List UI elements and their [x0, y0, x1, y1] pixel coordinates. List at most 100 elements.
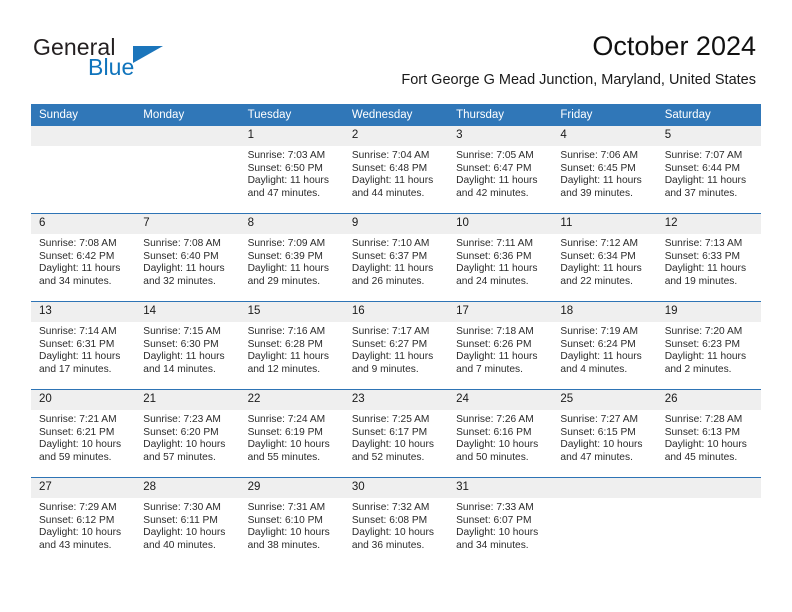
sunrise-time: Sunrise: 7:24 AM	[247, 414, 326, 425]
daylight-duration-line2: and 17 minutes.	[39, 363, 112, 375]
daylight-duration-line2: and 7 minutes.	[456, 363, 523, 375]
calendar-week-row: 1 Sunrise: 7:03 AM Sunset: 6:50 PM Daylight…	[31, 126, 761, 214]
calendar-body: 1 Sunrise: 7:03 AM Sunset: 6:50 PM Daylight…	[31, 126, 761, 565]
day-details: Sunrise: 7:15 AM Sunset: 6:30 PM Daylight:…	[135, 322, 239, 376]
daylight-duration-line1: Daylight: 11 hours	[560, 175, 642, 187]
calendar-day-cell[interactable]: 12 Sunrise: 7:13 AM Sunset: 6:33 PM Dayligh…	[656, 213, 761, 302]
day-details: Sunrise: 7:05 AM Sunset: 6:47 PM Daylight:…	[448, 146, 552, 200]
calendar-day-cell[interactable]: 9 Sunrise: 7:10 AM Sunset: 6:37 PM Daylight…	[343, 213, 449, 302]
calendar-week-row: 27 Sunrise: 7:29 AM Sunset: 6:12 PM Dayligh…	[31, 477, 761, 565]
day-number: 19	[656, 302, 761, 322]
calendar-day-cell[interactable]: 7 Sunrise: 7:08 AM Sunset: 6:40 PM Daylight…	[135, 213, 240, 302]
calendar-day-cell[interactable]: 15 Sunrise: 7:16 AM Sunset: 6:28 PM Dayligh…	[239, 301, 344, 390]
sunset-time: Sunset: 6:31 PM	[39, 338, 115, 350]
calendar-day-cell[interactable]: 17 Sunrise: 7:18 AM Sunset: 6:26 PM Dayligh…	[448, 301, 553, 390]
day-number	[31, 126, 136, 146]
calendar-day-cell[interactable]: 24 Sunrise: 7:26 AM Sunset: 6:16 PM Dayligh…	[448, 389, 553, 478]
calendar-day-cell[interactable]: 1 Sunrise: 7:03 AM Sunset: 6:50 PM Daylight…	[239, 126, 344, 214]
weekday-header-sunday: Sunday	[31, 104, 136, 126]
day-number: 18	[552, 302, 657, 322]
calendar-week-row: 13 Sunrise: 7:14 AM Sunset: 6:31 PM Dayligh…	[31, 301, 761, 390]
sunset-time: Sunset: 6:26 PM	[456, 338, 532, 350]
sunset-time: Sunset: 6:45 PM	[560, 162, 636, 174]
sunrise-time: Sunrise: 7:11 AM	[456, 238, 533, 249]
calendar-grid: Sunday Monday Tuesday Wednesday Thursday…	[31, 104, 761, 565]
calendar-day-cell[interactable]: 19 Sunrise: 7:20 AM Sunset: 6:23 PM Dayligh…	[656, 301, 761, 390]
day-number: 30	[343, 478, 449, 498]
calendar-day-cell[interactable]: 29 Sunrise: 7:31 AM Sunset: 6:10 PM Dayligh…	[239, 477, 344, 565]
day-details: Sunrise: 7:09 AM Sunset: 6:39 PM Daylight:…	[240, 234, 344, 288]
daylight-duration-line2: and 34 minutes.	[456, 539, 529, 551]
brand-logo[interactable]: General Blue	[33, 36, 233, 84]
daylight-duration-line1: Daylight: 11 hours	[456, 263, 538, 275]
calendar-day-cell[interactable]: 13 Sunrise: 7:14 AM Sunset: 6:31 PM Dayligh…	[31, 301, 136, 390]
daylight-duration-line1: Daylight: 11 hours	[39, 351, 121, 363]
sunset-time: Sunset: 6:34 PM	[560, 250, 636, 262]
calendar-day-cell[interactable]: 3 Sunrise: 7:05 AM Sunset: 6:47 PM Daylight…	[448, 126, 553, 214]
calendar-day-cell[interactable]: 28 Sunrise: 7:30 AM Sunset: 6:11 PM Dayligh…	[135, 477, 240, 565]
daylight-duration-line2: and 42 minutes.	[456, 187, 529, 199]
daylight-duration-line1: Daylight: 10 hours	[456, 439, 539, 451]
sunset-time: Sunset: 6:44 PM	[664, 162, 741, 174]
day-number: 28	[135, 478, 240, 498]
calendar-day-cell[interactable]: 11 Sunrise: 7:12 AM Sunset: 6:34 PM Dayligh…	[552, 213, 657, 302]
day-cell-inner: 15 Sunrise: 7:16 AM Sunset: 6:28 PM Dayligh…	[239, 302, 344, 389]
calendar-day-cell[interactable]: 25 Sunrise: 7:27 AM Sunset: 6:15 PM Dayligh…	[552, 389, 657, 478]
sunrise-time: Sunrise: 7:05 AM	[456, 150, 534, 161]
daylight-duration-line2: and 24 minutes.	[456, 275, 529, 287]
sunset-time: Sunset: 6:17 PM	[351, 426, 428, 438]
day-cell-inner: 26 Sunrise: 7:28 AM Sunset: 6:13 PM Dayligh…	[656, 390, 761, 477]
sunset-time: Sunset: 6:11 PM	[143, 514, 218, 526]
day-cell-inner: 9 Sunrise: 7:10 AM Sunset: 6:37 PM Daylight…	[343, 214, 449, 301]
daylight-duration-line2: and 59 minutes.	[39, 451, 112, 463]
calendar-day-cell[interactable]: 5 Sunrise: 7:07 AM Sunset: 6:44 PM Daylight…	[656, 126, 761, 214]
day-cell-inner: 23 Sunrise: 7:25 AM Sunset: 6:17 PM Dayligh…	[343, 390, 449, 477]
sunrise-time: Sunrise: 7:33 AM	[456, 502, 534, 513]
calendar-day-cell[interactable]: 30 Sunrise: 7:32 AM Sunset: 6:08 PM Dayligh…	[343, 477, 449, 565]
day-cell-inner	[656, 478, 761, 565]
day-details: Sunrise: 7:24 AM Sunset: 6:19 PM Daylight:…	[240, 410, 344, 464]
sunset-time: Sunset: 6:30 PM	[143, 338, 219, 350]
daylight-duration-line2: and 34 minutes.	[39, 275, 112, 287]
calendar-day-cell[interactable]: 4 Sunrise: 7:06 AM Sunset: 6:45 PM Daylight…	[552, 126, 657, 214]
weekday-header-tuesday: Tuesday	[239, 104, 344, 126]
calendar-day-cell[interactable]: 27 Sunrise: 7:29 AM Sunset: 6:12 PM Dayligh…	[31, 477, 136, 565]
daylight-duration-line1: Daylight: 10 hours	[39, 439, 122, 451]
calendar-day-cell[interactable]: 23 Sunrise: 7:25 AM Sunset: 6:17 PM Dayligh…	[343, 389, 449, 478]
calendar-day-cell[interactable]: 14 Sunrise: 7:15 AM Sunset: 6:30 PM Dayligh…	[135, 301, 240, 390]
calendar-day-cell[interactable]: 2 Sunrise: 7:04 AM Sunset: 6:48 PM Daylight…	[343, 126, 449, 214]
daylight-duration-line1: Daylight: 11 hours	[143, 263, 225, 275]
calendar-day-cell[interactable]: 16 Sunrise: 7:17 AM Sunset: 6:27 PM Dayligh…	[343, 301, 449, 390]
calendar-day-cell[interactable]: 6 Sunrise: 7:08 AM Sunset: 6:42 PM Daylight…	[31, 213, 136, 302]
calendar-day-cell[interactable]: 20 Sunrise: 7:21 AM Sunset: 6:21 PM Dayligh…	[31, 389, 136, 478]
calendar-day-cell[interactable]: 21 Sunrise: 7:23 AM Sunset: 6:20 PM Dayligh…	[135, 389, 240, 478]
daylight-duration-line2: and 43 minutes.	[39, 539, 112, 551]
sunset-time: Sunset: 6:19 PM	[247, 426, 323, 438]
day-details: Sunrise: 7:26 AM Sunset: 6:16 PM Daylight:…	[448, 410, 552, 464]
daylight-duration-line1: Daylight: 11 hours	[247, 175, 329, 187]
daylight-duration-line2: and 39 minutes.	[560, 187, 633, 199]
daylight-duration-line1: Daylight: 11 hours	[143, 351, 225, 363]
calendar-day-cell[interactable]: 26 Sunrise: 7:28 AM Sunset: 6:13 PM Dayligh…	[656, 389, 761, 478]
day-details: Sunrise: 7:14 AM Sunset: 6:31 PM Daylight:…	[31, 322, 135, 376]
daylight-duration-line1: Daylight: 10 hours	[456, 527, 539, 539]
sunset-time: Sunset: 6:28 PM	[247, 338, 323, 350]
sunrise-time: Sunrise: 7:31 AM	[247, 502, 326, 513]
calendar-page: General Blue October 2024 Fort George G …	[0, 0, 792, 612]
daylight-duration-line1: Daylight: 11 hours	[351, 351, 434, 363]
day-details: Sunrise: 7:19 AM Sunset: 6:24 PM Daylight:…	[552, 322, 656, 376]
day-details: Sunrise: 7:27 AM Sunset: 6:15 PM Daylight:…	[552, 410, 656, 464]
calendar-day-cell[interactable]: 31 Sunrise: 7:33 AM Sunset: 6:07 PM Dayligh…	[448, 477, 553, 565]
sunrise-time: Sunrise: 7:28 AM	[664, 414, 743, 425]
calendar-day-cell[interactable]: 18 Sunrise: 7:19 AM Sunset: 6:24 PM Dayligh…	[552, 301, 657, 390]
daylight-duration-line2: and 38 minutes.	[247, 539, 321, 551]
day-cell-inner: 10 Sunrise: 7:11 AM Sunset: 6:36 PM Dayligh…	[448, 214, 553, 301]
calendar-day-cell[interactable]: 22 Sunrise: 7:24 AM Sunset: 6:19 PM Dayligh…	[239, 389, 344, 478]
calendar-day-cell[interactable]: 8 Sunrise: 7:09 AM Sunset: 6:39 PM Daylight…	[239, 213, 344, 302]
calendar-day-cell[interactable]: 10 Sunrise: 7:11 AM Sunset: 6:36 PM Dayligh…	[448, 213, 553, 302]
calendar-table: Sunday Monday Tuesday Wednesday Thursday…	[31, 104, 761, 565]
sunrise-time: Sunrise: 7:09 AM	[247, 238, 326, 249]
sunrise-time: Sunrise: 7:13 AM	[664, 238, 743, 249]
day-cell-inner: 2 Sunrise: 7:04 AM Sunset: 6:48 PM Daylight…	[343, 126, 449, 213]
daylight-duration-line1: Daylight: 11 hours	[247, 263, 329, 275]
